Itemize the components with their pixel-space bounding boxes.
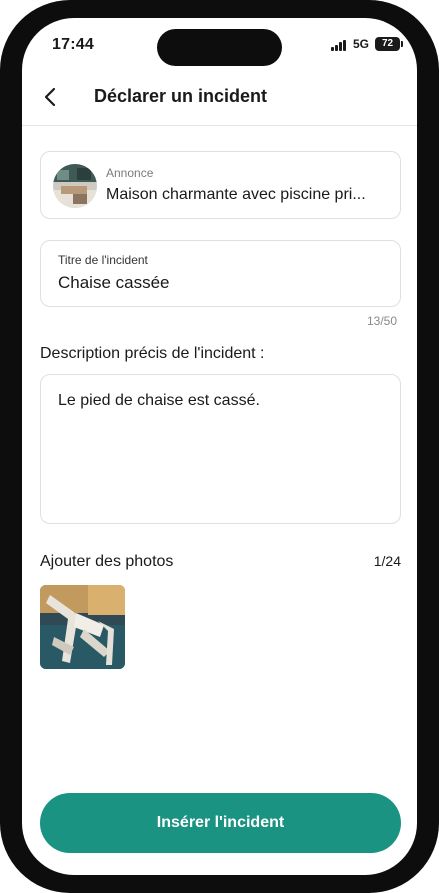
annonce-value: Maison charmante avec piscine pri... bbox=[106, 186, 366, 203]
chevron-left-icon bbox=[44, 87, 56, 107]
incident-photo[interactable] bbox=[40, 585, 125, 669]
page-title: Déclarer un incident bbox=[94, 86, 268, 106]
annonce-selector[interactable]: Annonce Maison charmante avec piscine pr… bbox=[40, 151, 401, 219]
annonce-thumbnail bbox=[53, 164, 97, 208]
incident-title-input[interactable]: Chaise cassée bbox=[58, 273, 378, 293]
battery-level: 72 bbox=[381, 38, 394, 49]
annonce-label: Annonce bbox=[106, 166, 154, 180]
status-time: 17:44 bbox=[52, 36, 94, 53]
power-button bbox=[435, 282, 439, 378]
title-char-count: 13/50 bbox=[366, 314, 397, 328]
battery-icon: 72 bbox=[375, 37, 403, 51]
volume-up-button bbox=[0, 237, 2, 299]
photos-count: 1/24 bbox=[373, 553, 401, 569]
description-textarea[interactable]: Le pied de chaise est cassé. bbox=[40, 374, 401, 524]
photos-heading: Ajouter des photos bbox=[40, 553, 174, 570]
volume-down-button bbox=[0, 316, 2, 378]
phone-frame: 17:44 5G 72 Déclarer un incident Annonce… bbox=[0, 0, 439, 893]
description-text: Le pied de chaise est cassé. bbox=[58, 392, 260, 409]
dynamic-island bbox=[157, 29, 282, 66]
back-button[interactable] bbox=[36, 82, 66, 112]
incident-title-label: Titre de l'incident bbox=[58, 253, 148, 267]
status-bar: 17:44 5G 72 bbox=[22, 18, 417, 72]
submit-incident-button[interactable]: Insérer l'incident bbox=[40, 793, 401, 853]
action-button bbox=[0, 172, 2, 204]
incident-title-field[interactable]: Titre de l'incident Chaise cassée bbox=[40, 240, 401, 307]
network-label: 5G bbox=[353, 37, 370, 51]
signal-icon bbox=[331, 40, 348, 51]
description-heading: Description précis de l'incident : bbox=[40, 345, 265, 362]
app-screen: 17:44 5G 72 Déclarer un incident Annonce… bbox=[22, 18, 417, 875]
page-header: Déclarer un incident bbox=[22, 72, 417, 126]
